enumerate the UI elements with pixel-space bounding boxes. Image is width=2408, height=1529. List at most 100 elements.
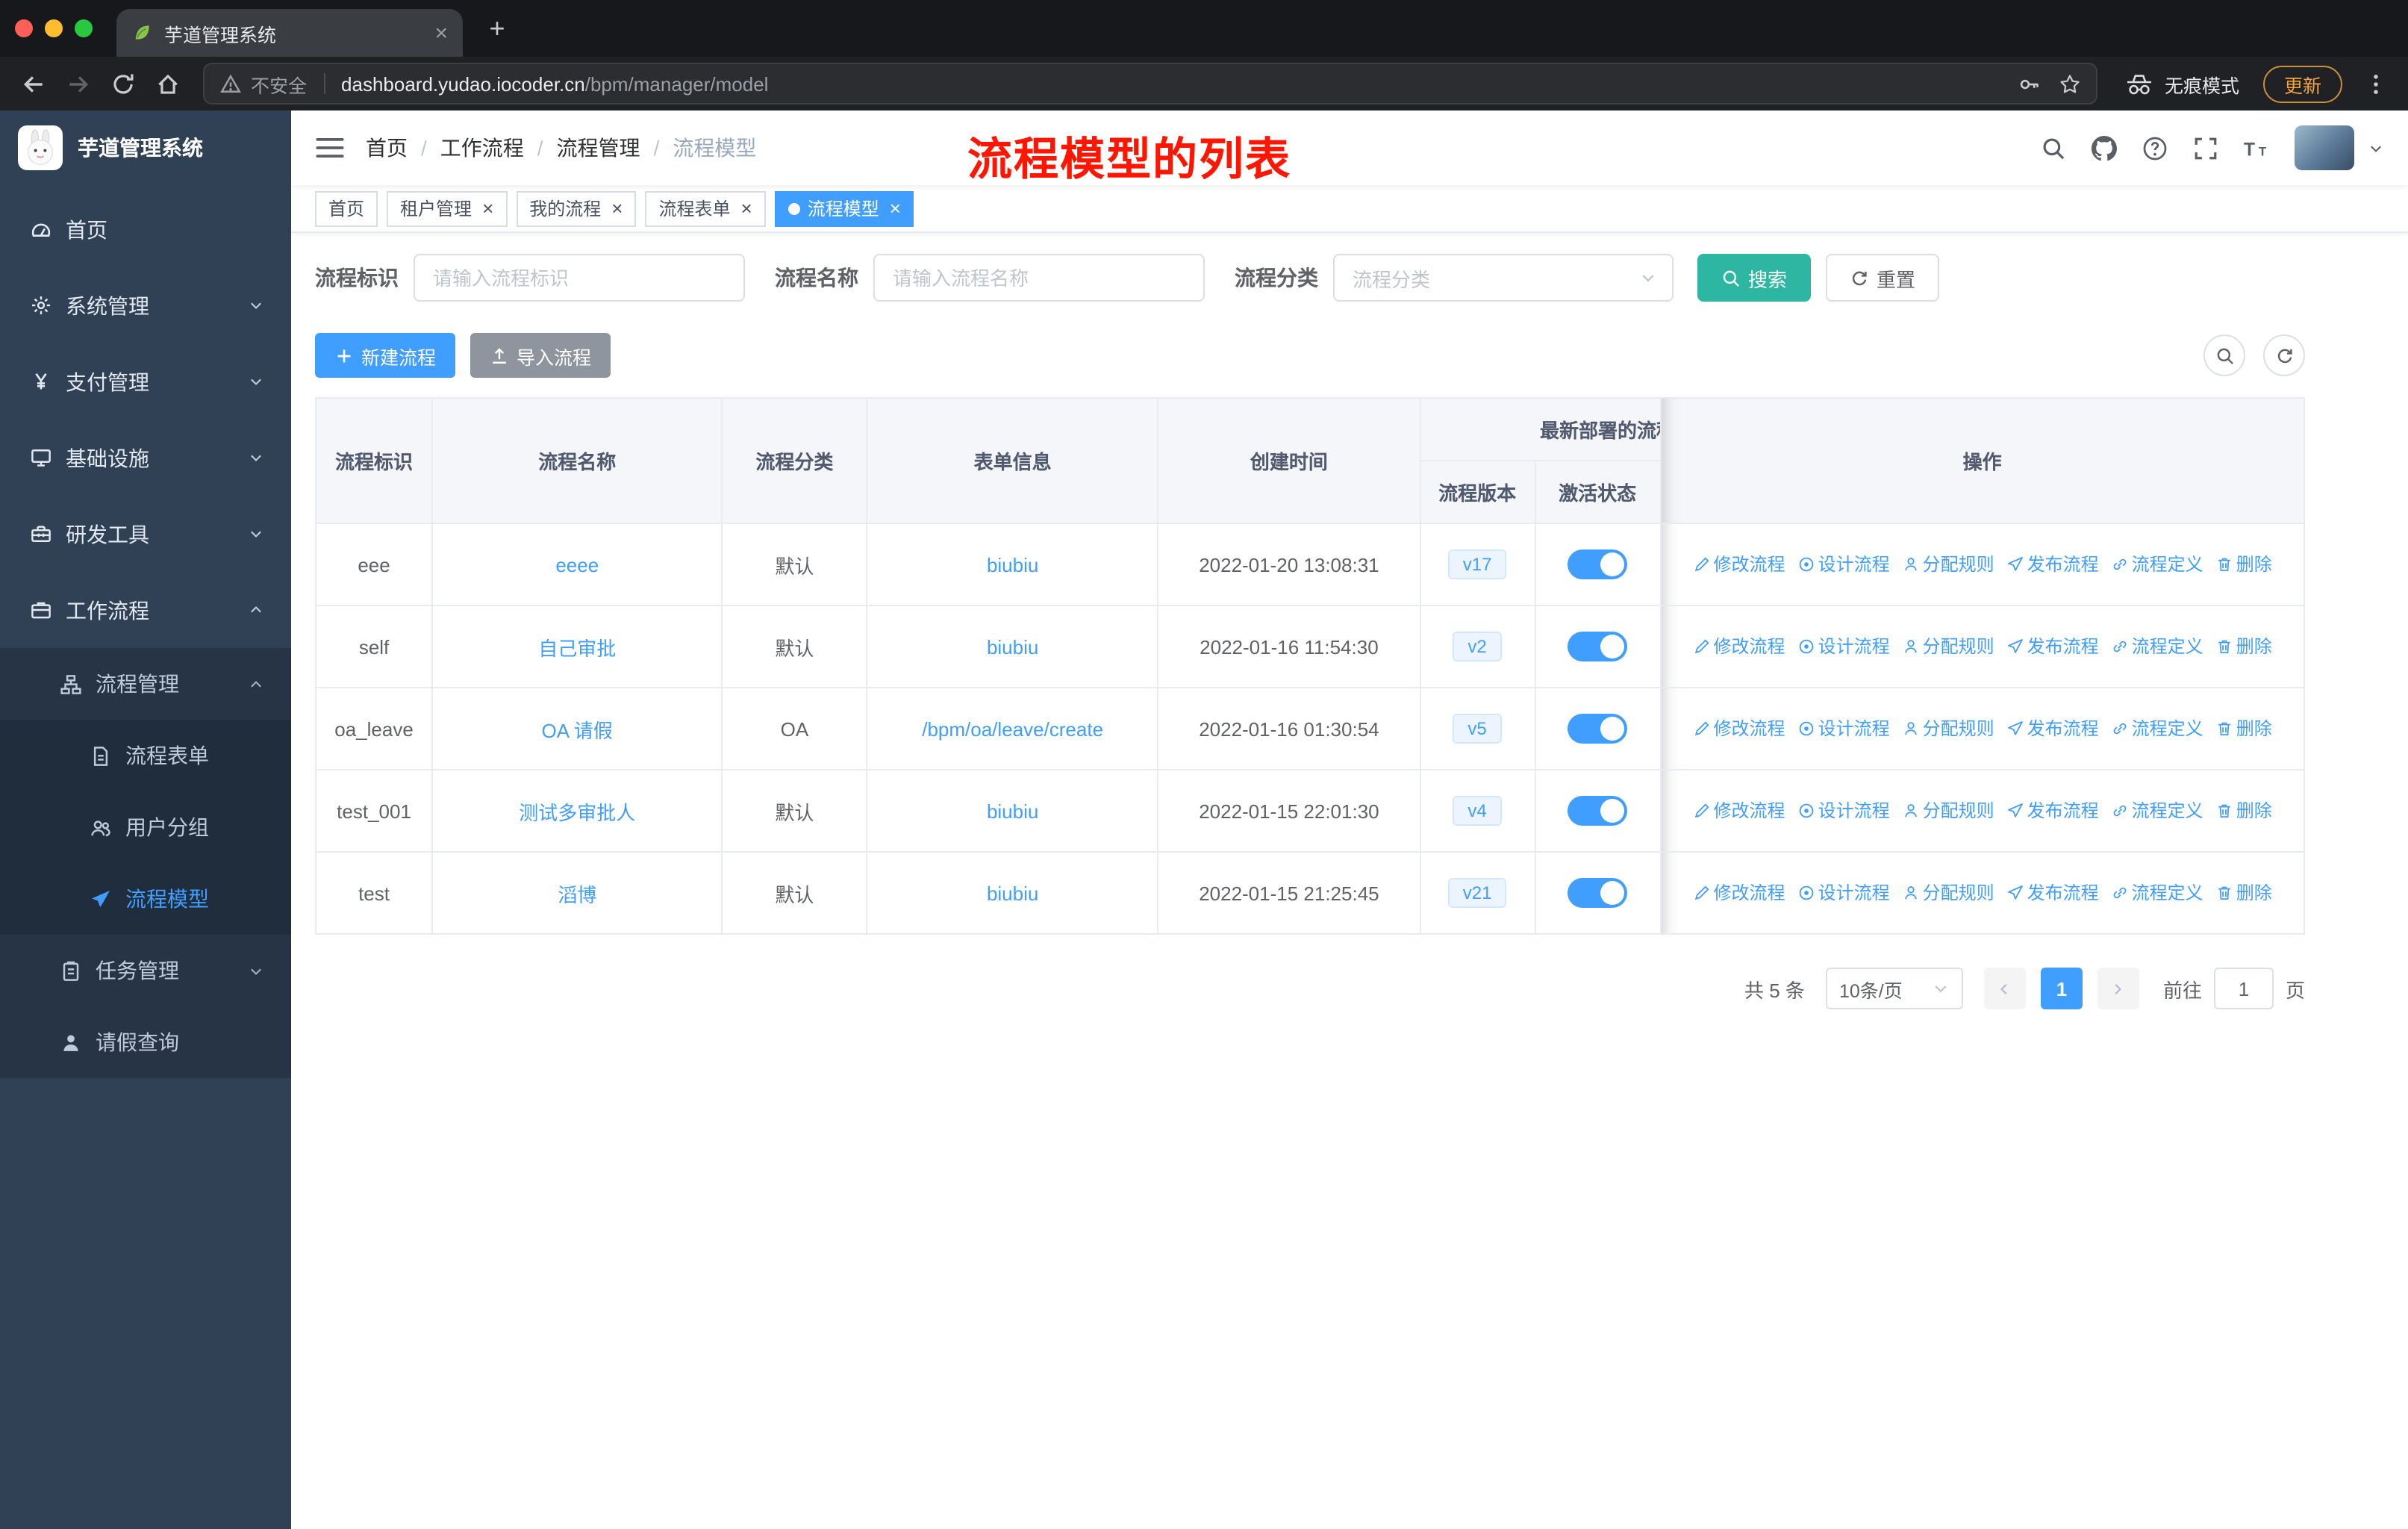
process-id-input[interactable] — [414, 254, 745, 302]
action-delete[interactable]: 删除 — [2215, 552, 2272, 577]
sidebar-item-payment-management[interactable]: 支付管理 — [0, 343, 291, 420]
action-definition[interactable]: 流程定义 — [2111, 634, 2203, 659]
close-icon[interactable]: × — [611, 199, 623, 218]
star-icon[interactable] — [2059, 72, 2081, 95]
fullscreen-icon[interactable] — [2193, 135, 2218, 161]
action-design[interactable]: 设计流程 — [1797, 634, 1890, 659]
action-publish[interactable]: 发布流程 — [2006, 634, 2099, 659]
reset-button[interactable]: 重置 — [1826, 254, 1940, 302]
breadcrumb-item[interactable]: 流程管理 — [557, 133, 640, 163]
action-publish[interactable]: 发布流程 — [2006, 798, 2099, 823]
next-page-button[interactable] — [2097, 968, 2139, 1009]
page-number-button[interactable]: 1 — [2040, 968, 2083, 1009]
process-name-input[interactable] — [873, 254, 1205, 302]
close-icon[interactable]: × — [741, 199, 752, 218]
close-icon[interactable]: × — [482, 199, 493, 218]
sidebar-item-system-management[interactable]: 系统管理 — [0, 267, 291, 343]
form-info-link[interactable]: biubiu — [987, 635, 1038, 658]
forward-icon[interactable] — [57, 63, 99, 105]
action-edit[interactable]: 修改流程 — [1693, 716, 1785, 741]
action-design[interactable]: 设计流程 — [1797, 552, 1890, 577]
form-info-link[interactable]: biubiu — [987, 553, 1038, 576]
action-assign-rule[interactable]: 分配规则 — [1902, 552, 1994, 577]
window-minimize-button[interactable] — [45, 19, 63, 37]
active-toggle[interactable] — [1568, 549, 1628, 579]
browser-tab[interactable]: 芋道管理系统 × — [116, 9, 463, 57]
sidebar-item-leave-query[interactable]: 请假查询 — [0, 1006, 291, 1078]
sidebar-item-process-management[interactable]: 流程管理 — [0, 648, 291, 720]
sidebar-item-home[interactable]: 首页 — [0, 191, 291, 267]
action-delete[interactable]: 删除 — [2215, 634, 2272, 659]
action-assign-rule[interactable]: 分配规则 — [1902, 798, 1994, 823]
action-assign-rule[interactable]: 分配规则 — [1902, 716, 1994, 741]
process-name-link[interactable]: eeee — [555, 553, 599, 576]
action-assign-rule[interactable]: 分配规则 — [1902, 634, 1994, 659]
sidebar-item-workflow[interactable]: 工作流程 — [0, 572, 291, 648]
process-name-link[interactable]: 滔博 — [558, 883, 596, 906]
import-process-button[interactable]: 导入流程 — [470, 333, 611, 378]
action-design[interactable]: 设计流程 — [1797, 716, 1890, 741]
address-bar[interactable]: 不安全 dashboard.yudao.iocoder.cn/bpm/manag… — [203, 63, 2097, 105]
action-delete[interactable]: 删除 — [2215, 880, 2272, 906]
refresh-table-button[interactable] — [2263, 334, 2305, 376]
action-publish[interactable]: 发布流程 — [2006, 880, 2099, 906]
reload-icon[interactable] — [102, 63, 143, 105]
process-name-link[interactable]: 自己审批 — [538, 637, 616, 659]
process-name-link[interactable]: 测试多审批人 — [519, 801, 635, 823]
sidebar-item-user-group[interactable]: 用户分组 — [0, 791, 291, 863]
toggle-search-button[interactable] — [2203, 334, 2245, 376]
sidebar-item-task-management[interactable]: 任务管理 — [0, 935, 291, 1006]
tags-view-item[interactable]: 租户管理 × — [387, 190, 508, 226]
form-info-link[interactable]: /bpm/oa/leave/create — [922, 717, 1103, 740]
warning-icon[interactable] — [219, 72, 242, 95]
url-text[interactable]: dashboard.yudao.iocoder.cn/bpm/manager/m… — [341, 72, 768, 95]
search-button[interactable]: 搜索 — [1697, 254, 1812, 302]
breadcrumb-item[interactable]: 工作流程 — [440, 133, 524, 163]
active-toggle[interactable] — [1568, 878, 1628, 908]
key-icon[interactable] — [2018, 72, 2041, 95]
tags-view-item[interactable]: 流程表单 × — [645, 190, 766, 226]
category-select[interactable]: 流程分类 — [1333, 254, 1674, 302]
tags-view-item[interactable]: 我的流程 × — [516, 190, 637, 226]
font-size-icon[interactable]: TT — [2244, 135, 2269, 161]
action-definition[interactable]: 流程定义 — [2111, 552, 2203, 577]
action-publish[interactable]: 发布流程 — [2006, 716, 2099, 741]
active-toggle[interactable] — [1568, 632, 1628, 661]
previous-page-button[interactable] — [1983, 968, 2026, 1009]
more-vertical-icon[interactable] — [2354, 63, 2396, 105]
page-size-select[interactable]: 10条/页 — [1825, 968, 1963, 1009]
sidebar-logo[interactable]: 芋道管理系统 — [0, 110, 291, 185]
help-icon[interactable] — [2142, 135, 2168, 161]
action-edit[interactable]: 修改流程 — [1693, 880, 1785, 906]
home-icon[interactable] — [146, 63, 188, 105]
window-close-button[interactable] — [15, 19, 33, 37]
goto-page-input[interactable] — [2213, 968, 2274, 1009]
sidebar-item-process-model[interactable]: 流程模型 — [0, 863, 291, 935]
search-icon[interactable] — [2041, 135, 2066, 161]
breadcrumb-item[interactable]: 首页 — [366, 133, 408, 163]
form-info-link[interactable]: biubiu — [987, 800, 1038, 822]
tab-close-icon[interactable]: × — [434, 22, 448, 44]
tags-view-item[interactable]: 首页 — [315, 190, 378, 226]
avatar[interactable] — [2295, 125, 2354, 170]
action-edit[interactable]: 修改流程 — [1693, 798, 1785, 823]
action-design[interactable]: 设计流程 — [1797, 798, 1890, 823]
action-publish[interactable]: 发布流程 — [2006, 552, 2099, 577]
active-toggle[interactable] — [1568, 796, 1628, 826]
process-name-link[interactable]: OA 请假 — [542, 719, 613, 741]
action-delete[interactable]: 删除 — [2215, 716, 2272, 741]
browser-update-button[interactable]: 更新 — [2262, 65, 2342, 102]
tags-view-item[interactable]: 流程模型 × — [774, 190, 914, 226]
window-zoom-button[interactable] — [75, 19, 93, 37]
new-tab-button[interactable]: + — [478, 9, 517, 48]
github-icon[interactable] — [2092, 135, 2117, 161]
action-assign-rule[interactable]: 分配规则 — [1902, 880, 1994, 906]
sidebar-item-dev-tools[interactable]: 研发工具 — [0, 496, 291, 572]
create-process-button[interactable]: 新建流程 — [315, 333, 456, 378]
security-label[interactable]: 不安全 — [251, 69, 307, 98]
close-icon[interactable]: × — [890, 199, 901, 218]
form-info-link[interactable]: biubiu — [987, 882, 1038, 904]
active-toggle[interactable] — [1568, 714, 1628, 744]
action-definition[interactable]: 流程定义 — [2111, 716, 2203, 741]
action-design[interactable]: 设计流程 — [1797, 880, 1890, 906]
